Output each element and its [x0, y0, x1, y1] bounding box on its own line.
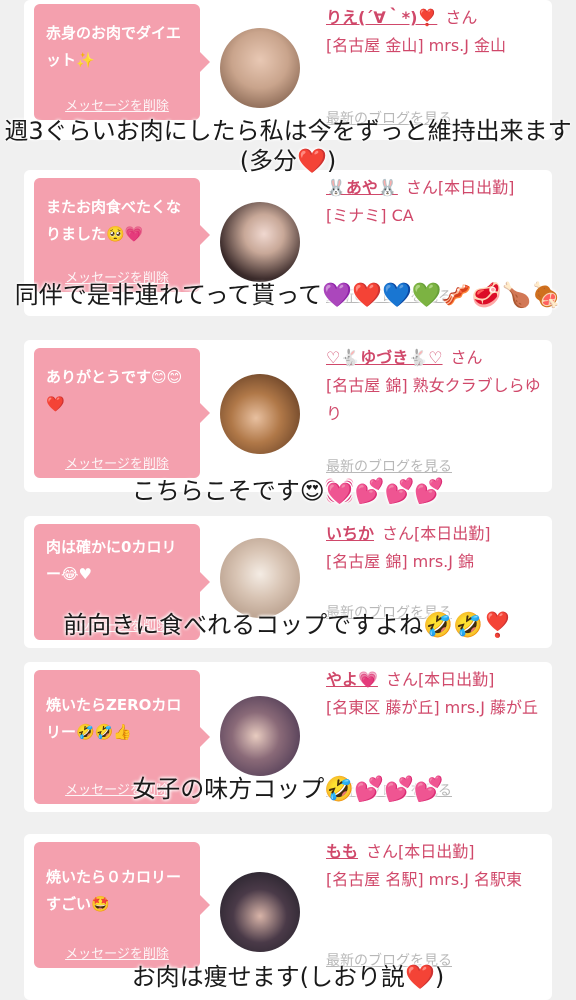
- delete-message-link[interactable]: メッセージを削除: [34, 95, 200, 114]
- overlay-caption: 女子の味方コップ🤣💕💕💕: [132, 775, 444, 803]
- avatar[interactable]: [220, 538, 300, 618]
- user-suffix: さん[本日出勤]: [385, 670, 495, 689]
- shop-label[interactable]: [名古屋 錦] mrs.J 錦: [326, 552, 474, 571]
- avatar[interactable]: [220, 28, 300, 108]
- user-suffix: さん[本日出勤]: [366, 842, 475, 861]
- user-suffix: さん[本日出勤]: [382, 524, 491, 543]
- user-info: りえ(´∀｀*)❣️ さん [名古屋 金山] mrs.J 金山: [326, 4, 544, 60]
- overlay-caption: 週3ぐらいお肉にしたら私は今をずっと維持出来ます(多分❤️): [4, 117, 572, 175]
- user-name[interactable]: もも: [326, 842, 358, 861]
- overlay-caption: 前向きに食べれるコップですよね🤣🤣❣️: [63, 611, 513, 639]
- user-name[interactable]: やよ💗: [326, 670, 378, 689]
- overlay-caption: 同伴で是非連れてって貰って💜❤️💙💚🥓🥩🍗🍖: [14, 281, 562, 309]
- message-text: ありがとうです😊😊❤️: [46, 368, 183, 413]
- avatar[interactable]: [220, 696, 300, 776]
- user-name[interactable]: りえ(´∀｀*)❣️: [326, 8, 437, 27]
- latest-blog-link[interactable]: 最新のブログを見る: [326, 456, 452, 476]
- shop-label[interactable]: [名古屋 名駅] mrs.J 名駅東: [326, 870, 522, 889]
- message-text: 焼いたらZEROカロリー🤣🤣👍: [46, 696, 182, 741]
- avatar[interactable]: [220, 374, 300, 454]
- user-name[interactable]: いちか: [326, 524, 374, 543]
- user-info: もも さん[本日出勤] [名古屋 名駅] mrs.J 名駅東: [326, 838, 544, 894]
- user-info: やよ💗 さん[本日出勤] [名東区 藤が丘] mrs.J 藤が丘: [326, 666, 544, 722]
- message-bubble: またお肉食べたくなりました🥺💗 メッセージを削除: [34, 178, 210, 292]
- message-text: 赤身のお肉でダイエット✨: [46, 24, 181, 69]
- message-bubble: 赤身のお肉でダイエット✨ メッセージを削除: [34, 4, 210, 120]
- overlay-caption: お肉は痩せます(しおり説❤️): [131, 963, 445, 991]
- message-bubble: 焼いたら０カロリーすごい🤩 メッセージを削除: [34, 842, 210, 968]
- user-suffix: さん: [450, 348, 483, 367]
- message-bubble: ありがとうです😊😊❤️ メッセージを削除: [34, 348, 210, 478]
- message-text: 肉は確かに0カロリー😂♥: [46, 538, 177, 583]
- avatar[interactable]: [220, 872, 300, 952]
- shop-label[interactable]: [名古屋 錦] 熟女クラブしらゆり: [326, 376, 541, 423]
- user-name[interactable]: 🐰あや🐰: [326, 178, 398, 197]
- avatar[interactable]: [220, 202, 300, 282]
- overlay-caption: こちらこそです😍💓💕💕💕: [131, 477, 445, 505]
- user-name[interactable]: ♡🐇ゆづき🐇♡: [326, 348, 443, 367]
- delete-message-link[interactable]: メッセージを削除: [34, 453, 200, 472]
- message-text: またお肉食べたくなりました🥺💗: [46, 198, 182, 243]
- message-card: ありがとうです😊😊❤️ メッセージを削除 ♡🐇ゆづき🐇♡ さん [名古屋 錦] 熟…: [24, 340, 552, 492]
- user-info: いちか さん[本日出勤] [名古屋 錦] mrs.J 錦: [326, 520, 544, 576]
- message-text: 焼いたら０カロリーすごい🤩: [46, 868, 182, 913]
- user-info: 🐰あや🐰 さん[本日出勤] [ミナミ] CA: [326, 174, 544, 230]
- user-info: ♡🐇ゆづき🐇♡ さん [名古屋 錦] 熟女クラブしらゆり: [326, 344, 544, 428]
- user-suffix: さん: [445, 8, 478, 27]
- shop-label[interactable]: [名東区 藤が丘] mrs.J 藤が丘: [326, 698, 538, 717]
- shop-label[interactable]: [ミナミ] CA: [326, 206, 414, 225]
- delete-message-link[interactable]: メッセージを削除: [34, 943, 200, 962]
- user-suffix: さん[本日出勤]: [405, 178, 515, 197]
- shop-label[interactable]: [名古屋 金山] mrs.J 金山: [326, 36, 506, 55]
